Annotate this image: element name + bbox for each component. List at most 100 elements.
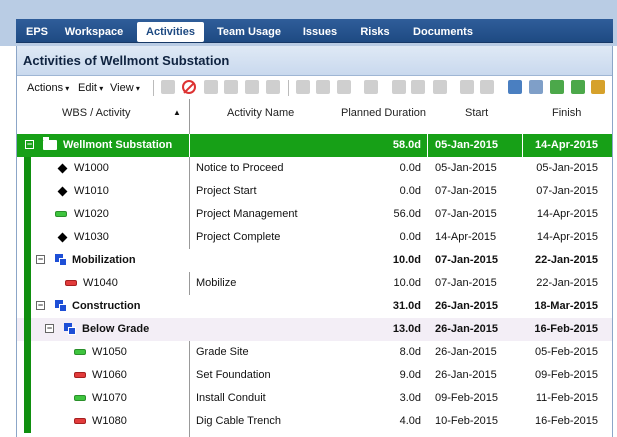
collapse-icon[interactable]: −: [36, 255, 45, 264]
planned-duration: 56.0d: [393, 208, 421, 220]
tab-workspace[interactable]: Workspace: [60, 22, 128, 42]
table-row[interactable]: W1030 Project Complete 0.0d 14-Apr-2015 …: [17, 226, 612, 249]
task-not-started-icon: [74, 349, 86, 355]
assign-code-icon[interactable]: [460, 80, 474, 94]
wbs-icon: [55, 300, 67, 312]
collapse-icon[interactable]: −: [25, 140, 34, 149]
notebook-icon[interactable]: [433, 80, 447, 94]
table-row[interactable]: W1040 Mobilize 10.0d 07-Jan-2015 22-Jan-…: [17, 272, 612, 295]
activity-name: Dig Cable Trench: [196, 415, 281, 427]
table-row[interactable]: W1010 Project Start 0.0d 07-Jan-2015 07-…: [17, 180, 612, 203]
tab-team-usage[interactable]: Team Usage: [213, 22, 285, 42]
view-menu-label: View: [110, 82, 134, 94]
col-activity-name[interactable]: Activity Name: [227, 99, 294, 127]
wbs-level-bar: [24, 318, 31, 341]
wbs-name: Wellmont Substation: [63, 139, 173, 151]
tab-eps[interactable]: EPS: [20, 22, 54, 42]
toolbar-divider: [288, 80, 289, 96]
planned-duration: 58.0d: [392, 139, 421, 151]
planned-duration: 9.0d: [399, 369, 421, 381]
start-date: 07-Jan-2015: [435, 208, 497, 220]
col-planned-duration[interactable]: Planned Duration: [341, 99, 426, 127]
start-date: 26-Jan-2015: [435, 323, 498, 335]
activity-name: Project Management: [196, 208, 298, 220]
activity-id: W1000: [74, 162, 109, 174]
activity-id: W1080: [92, 415, 127, 427]
collapse-icon[interactable]: −: [36, 301, 45, 310]
actions-menu[interactable]: Actions ▾: [27, 82, 69, 94]
schedule-icon[interactable]: [508, 80, 522, 94]
wbs-level-bar: [24, 226, 31, 249]
table-row-project[interactable]: − Wellmont Substation 58.0d 05-Jan-2015 …: [17, 134, 612, 157]
activity-id: W1060: [92, 369, 127, 381]
wbs-name: Below Grade: [82, 323, 150, 335]
wbs-level-bar: [24, 157, 31, 180]
planned-duration: 0.0d: [399, 185, 421, 197]
nav-tab-bar: EPS Workspace Activities Team Usage Issu…: [16, 19, 613, 43]
activities-panel: Activities of Wellmont Substation Action…: [16, 46, 613, 437]
table-row-wbs[interactable]: − Mobilization 10.0d 07-Jan-2015 22-Jan-…: [17, 249, 612, 272]
level-icon[interactable]: [529, 80, 543, 94]
table-row[interactable]: W1020 Project Management 56.0d 07-Jan-20…: [17, 203, 612, 226]
table-row-wbs[interactable]: − Construction 31.0d 26-Jan-2015 18-Mar-…: [17, 295, 612, 318]
tab-issues[interactable]: Issues: [298, 22, 342, 42]
add-step-icon[interactable]: [337, 80, 351, 94]
settings-icon[interactable]: [591, 80, 605, 94]
wbs-level-bar: [24, 180, 31, 203]
finish-date: 18-Mar-2015: [534, 300, 598, 312]
finish-date: 11-Feb-2015: [535, 392, 598, 404]
wbs-name: Construction: [72, 300, 141, 312]
finish-date: 14-Apr-2015: [536, 231, 598, 243]
save-icon[interactable]: [161, 80, 175, 94]
wbs-level-bar: [24, 341, 31, 364]
collapse-icon[interactable]: −: [45, 324, 54, 333]
move-icon[interactable]: [266, 80, 280, 94]
wbs-icon: [55, 254, 67, 266]
link-icon[interactable]: [204, 80, 218, 94]
assign-role-icon[interactable]: [316, 80, 330, 94]
col-wbs-activity[interactable]: WBS / Activity: [62, 99, 130, 127]
activity-name: Install Conduit: [196, 392, 266, 404]
successor-icon[interactable]: [411, 80, 425, 94]
predecessor-icon[interactable]: [392, 80, 406, 94]
home-icon[interactable]: [480, 80, 494, 94]
tab-documents[interactable]: Documents: [407, 22, 479, 42]
column-divider: [189, 134, 190, 157]
apply-actuals-icon[interactable]: [550, 80, 564, 94]
actions-menu-label: Actions: [27, 82, 64, 94]
remove-icon[interactable]: [245, 80, 259, 94]
edit-menu[interactable]: Edit ▾: [78, 82, 103, 94]
start-date: 07-Jan-2015: [435, 277, 497, 289]
col-finish[interactable]: Finish: [552, 99, 581, 127]
col-start[interactable]: Start: [465, 99, 488, 127]
table-row[interactable]: W1050 Grade Site 8.0d 26-Jan-2015 05-Feb…: [17, 341, 612, 364]
folder-icon: [43, 137, 57, 150]
edit-menu-label: Edit: [78, 82, 97, 94]
table-row-wbs[interactable]: − Below Grade 13.0d 26-Jan-2015 16-Feb-2…: [17, 318, 612, 341]
grid-header: WBS / Activity ▲ Activity Name Planned D…: [17, 99, 612, 127]
tab-risks[interactable]: Risks: [355, 22, 395, 42]
view-menu[interactable]: View ▾: [110, 82, 140, 94]
table-row[interactable]: W1080 Dig Cable Trench 4.0d 10-Feb-2015 …: [17, 410, 612, 433]
table-row[interactable]: W1070 Install Conduit 3.0d 09-Feb-2015 1…: [17, 387, 612, 410]
assign-resource-icon[interactable]: [296, 80, 310, 94]
activity-name: Project Complete: [196, 231, 281, 243]
start-date: 14-Apr-2015: [435, 231, 497, 243]
task-not-started-icon: [55, 211, 67, 217]
wbs-level-bar: [24, 387, 31, 410]
activity-id: W1030: [74, 231, 109, 243]
start-date: 10-Feb-2015: [435, 415, 498, 427]
finish-date: 22-Jan-2015: [536, 277, 598, 289]
activity-id: W1070: [92, 392, 127, 404]
tab-activities[interactable]: Activities: [137, 22, 204, 42]
dissolve-icon[interactable]: [224, 80, 238, 94]
progress-spotlight-icon[interactable]: [571, 80, 585, 94]
chevron-down-icon: ▾: [133, 84, 140, 93]
relationship-icon[interactable]: [364, 80, 378, 94]
table-row[interactable]: W1060 Set Foundation 9.0d 26-Jan-2015 09…: [17, 364, 612, 387]
table-row[interactable]: W1000 Notice to Proceed 0.0d 05-Jan-2015…: [17, 157, 612, 180]
delete-icon[interactable]: [182, 80, 196, 94]
milestone-icon: [57, 232, 68, 243]
sort-ascending-icon[interactable]: ▲: [173, 99, 181, 127]
task-not-started-icon: [74, 395, 86, 401]
